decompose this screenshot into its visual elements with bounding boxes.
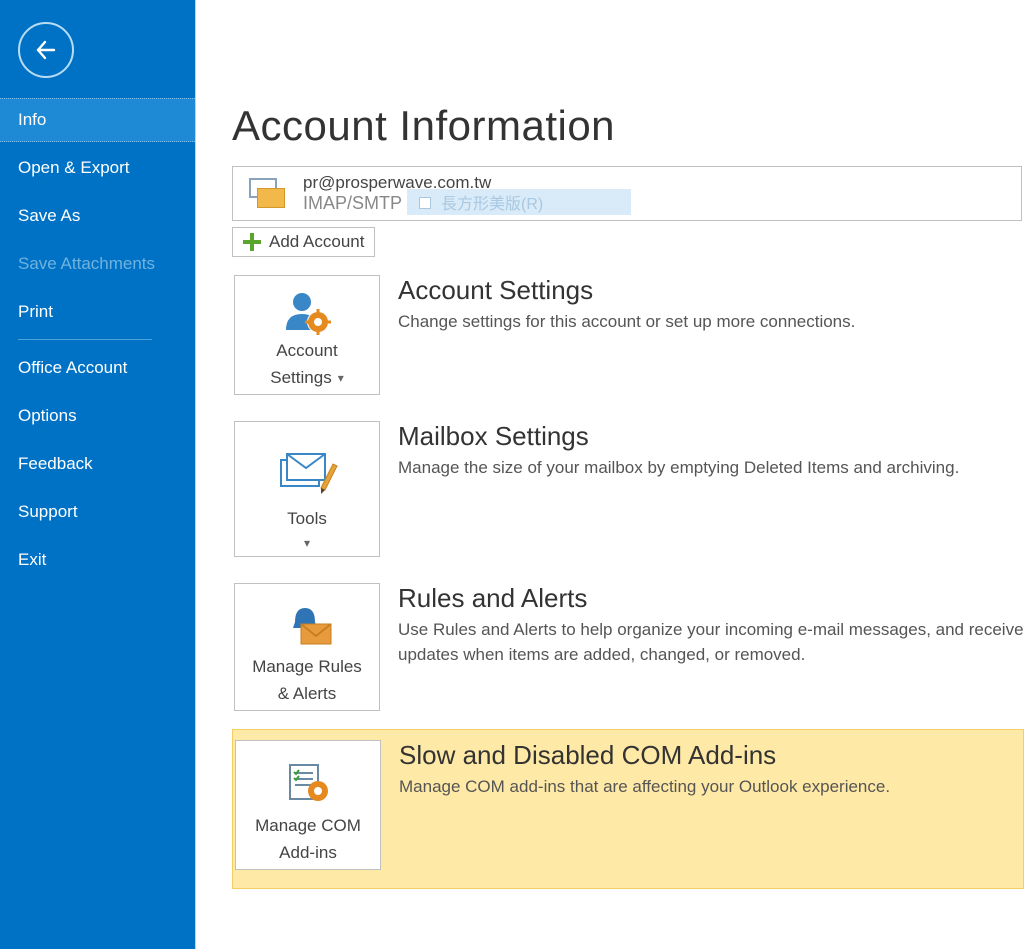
mail-account-icon bbox=[243, 176, 287, 212]
sidebar-item-office-account[interactable]: Office Account bbox=[0, 345, 195, 390]
sidebar-item-save-attachments: Save Attachments bbox=[0, 242, 195, 286]
tile-label: Tools bbox=[287, 509, 327, 529]
tile-label: Add-ins bbox=[279, 843, 337, 863]
sidebar-nav: Info Open & Export Save As Save Attachme… bbox=[0, 98, 195, 582]
sidebar-item-options[interactable]: Options bbox=[0, 394, 195, 438]
sidebar-item-feedback[interactable]: Feedback bbox=[0, 442, 195, 486]
back-button[interactable] bbox=[18, 22, 74, 78]
tile-label: Settings bbox=[270, 368, 331, 388]
sidebar-item-support[interactable]: Support bbox=[0, 490, 195, 534]
section-desc: Use Rules and Alerts to help organize yo… bbox=[398, 618, 1024, 667]
section-desc: Manage the size of your mailbox by empty… bbox=[398, 456, 1024, 481]
sidebar-item-info[interactable]: Info bbox=[0, 98, 195, 142]
account-selector[interactable]: pr@prosperwave.com.tw IMAP/SMTP 長方形美版(R) bbox=[232, 166, 1022, 221]
tile-manage-rules-alerts[interactable]: Manage Rules & Alerts bbox=[234, 583, 380, 711]
arrow-left-icon bbox=[32, 36, 60, 64]
tile-account-settings[interactable]: Account Settings ▾ bbox=[234, 275, 380, 395]
sidebar-item-exit[interactable]: Exit bbox=[0, 538, 195, 582]
sidebar-item-print[interactable]: Print bbox=[0, 290, 195, 334]
add-account-label: Add Account bbox=[269, 232, 364, 252]
sidebar-item-open-export[interactable]: Open & Export bbox=[0, 146, 195, 190]
tile-label: Manage Rules bbox=[252, 657, 362, 677]
backstage-sidebar: Info Open & Export Save As Save Attachme… bbox=[0, 0, 196, 949]
tile-tools[interactable]: Tools ▾ bbox=[234, 421, 380, 557]
section-desc: Change settings for this account or set … bbox=[398, 310, 1024, 335]
tile-label: Manage COM bbox=[255, 816, 361, 836]
com-addins-icon bbox=[280, 749, 336, 816]
section-title: Account Settings bbox=[398, 275, 1024, 306]
section-mailbox-settings: Tools ▾ Mailbox Settings Manage the size… bbox=[232, 413, 1024, 575]
rules-alerts-icon bbox=[277, 592, 337, 657]
chevron-down-icon: ▾ bbox=[304, 536, 310, 550]
chevron-down-icon: ▾ bbox=[338, 371, 344, 385]
page-title: Account Information bbox=[232, 0, 1024, 150]
section-title: Mailbox Settings bbox=[398, 421, 1024, 452]
sidebar-item-save-as[interactable]: Save As bbox=[0, 194, 195, 238]
section-rules-alerts: Manage Rules & Alerts Rules and Alerts U… bbox=[232, 575, 1024, 729]
plus-icon bbox=[243, 233, 261, 251]
section-desc: Manage COM add-ins that are affecting yo… bbox=[399, 775, 1023, 800]
selection-hint-overlay: 長方形美版(R) bbox=[407, 189, 631, 215]
section-title: Slow and Disabled COM Add-ins bbox=[399, 740, 1023, 771]
tools-icon bbox=[275, 430, 339, 509]
tile-manage-com-addins[interactable]: Manage COM Add-ins bbox=[235, 740, 381, 870]
account-settings-icon bbox=[280, 284, 334, 341]
sidebar-divider bbox=[18, 339, 152, 340]
section-account-settings: Account Settings ▾ Account Settings Chang… bbox=[232, 267, 1024, 413]
section-title: Rules and Alerts bbox=[398, 583, 1024, 614]
section-com-addins: Manage COM Add-ins Slow and Disabled COM… bbox=[232, 729, 1024, 889]
add-account-button[interactable]: Add Account bbox=[232, 227, 375, 257]
tile-label: & Alerts bbox=[278, 684, 337, 704]
tile-label: Account bbox=[276, 341, 337, 361]
main-content: Account Information pr@prosperwave.com.t… bbox=[196, 0, 1024, 949]
